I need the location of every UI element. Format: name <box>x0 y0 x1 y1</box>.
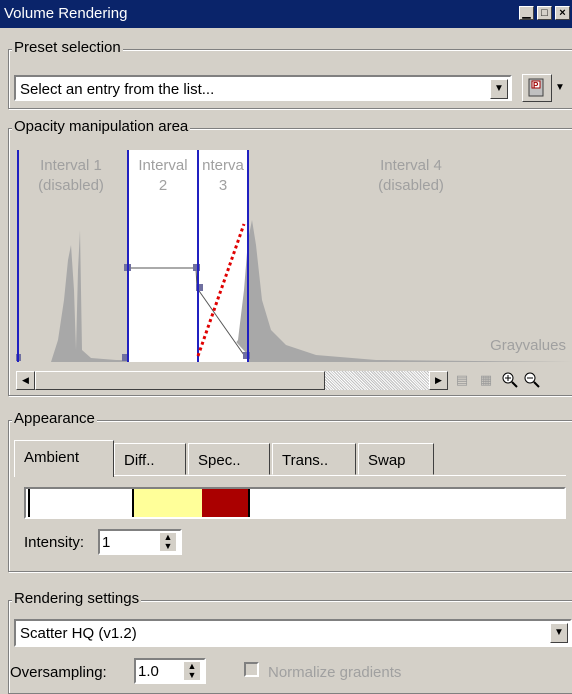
interval-2-label: Interval 2 <box>138 157 188 194</box>
control-point <box>122 354 127 361</box>
scroll-thumb[interactable] <box>35 371 325 390</box>
appearance-legend: Appearance <box>12 410 97 427</box>
interval-3-label: nterva 3 <box>202 157 244 194</box>
zoom-in-icon[interactable] <box>500 371 520 391</box>
reset-icon[interactable]: ▦ <box>476 371 496 391</box>
color-marker[interactable] <box>28 489 30 517</box>
scroll-left-icon[interactable]: ◀ <box>16 371 35 390</box>
intensity-label: Intensity: <box>24 534 85 551</box>
color-marker[interactable] <box>132 489 134 517</box>
color-segment-yellow[interactable] <box>134 489 202 517</box>
chevron-down-icon[interactable]: ▼ <box>490 79 508 99</box>
interval-4-label: Interval 4 (disabled) <box>378 157 444 194</box>
tab-specular[interactable]: Spec.. <box>188 443 270 475</box>
intensity-spinbox[interactable]: 1 ▲ ▼ <box>98 529 182 555</box>
preset-legend: Preset selection <box>12 39 123 56</box>
spin-arrows-icon[interactable]: ▲ ▼ <box>160 533 176 551</box>
tab-transparency[interactable]: Trans.. <box>272 443 356 475</box>
preset-menu-button[interactable]: P <box>522 74 552 102</box>
rendering-legend: Rendering settings <box>12 590 142 607</box>
rendering-mode-combo[interactable]: Scatter HQ (v1.2) ▼ <box>14 619 572 647</box>
oversampling-label: Oversampling: <box>10 664 107 681</box>
preset-combo[interactable]: Select an entry from the list... ▼ <box>14 75 512 101</box>
preset-save-icon: P <box>528 78 544 97</box>
chevron-down-icon[interactable]: ▼ <box>550 623 568 643</box>
oversampling-value: 1.0 <box>138 663 159 680</box>
preset-dropdown-icon[interactable]: ▼ <box>555 82 565 93</box>
tab-ambient[interactable]: Ambient <box>14 440 114 477</box>
maximize-icon[interactable]: □ <box>537 6 552 20</box>
window-title: Volume Rendering <box>4 5 128 22</box>
color-segment-red[interactable] <box>202 489 250 517</box>
rendering-mode-value: Scatter HQ (v1.2) <box>20 625 137 642</box>
fit-icon[interactable]: ▤ <box>452 371 472 391</box>
axis-label: Grayvalues <box>490 337 566 354</box>
color-map-bar[interactable] <box>24 487 566 519</box>
appearance-tabs: Ambient Diff.. Spec.. Trans.. Swap <box>14 440 566 483</box>
interval-1-label: Interval 1 (disabled) <box>38 157 104 194</box>
oversampling-spinbox[interactable]: 1.0 ▲ ▼ <box>134 658 206 684</box>
close-icon[interactable]: × <box>555 6 570 20</box>
spin-arrows-icon[interactable]: ▲ ▼ <box>184 662 200 680</box>
opacity-legend: Opacity manipulation area <box>12 118 191 135</box>
horizontal-scrollbar[interactable]: ◀ ▶ <box>16 371 448 390</box>
tab-diffuse[interactable]: Diff.. <box>114 443 186 475</box>
opacity-canvas[interactable]: Interval 1 (disabled) Interval 2 nterva 3 I… <box>16 150 572 362</box>
tab-swap[interactable]: Swap <box>358 443 434 475</box>
title-bar: Volume Rendering ▁ □ × <box>0 0 572 28</box>
svg-text:P: P <box>533 81 539 90</box>
scroll-track[interactable] <box>325 371 429 390</box>
scroll-right-icon[interactable]: ▶ <box>429 371 448 390</box>
zoom-out-icon[interactable] <box>522 371 542 391</box>
intensity-value: 1 <box>102 534 111 551</box>
preset-combo-value: Select an entry from the list... <box>20 81 215 98</box>
color-marker[interactable] <box>248 489 250 517</box>
minimize-icon[interactable]: ▁ <box>519 6 534 20</box>
normalize-label: Normalize gradients <box>268 664 402 681</box>
normalize-checkbox[interactable] <box>244 662 259 677</box>
